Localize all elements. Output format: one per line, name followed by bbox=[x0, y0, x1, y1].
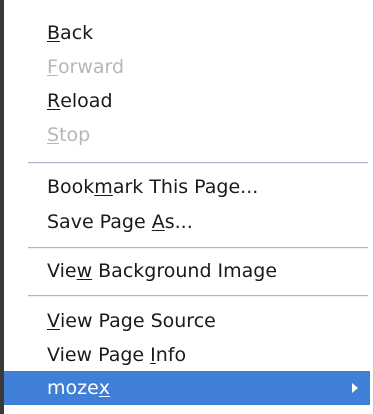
mnemonic: m bbox=[94, 176, 113, 198]
menu-item-back[interactable]: Back bbox=[4, 16, 370, 50]
menu-item-reload[interactable]: Reload bbox=[4, 84, 370, 118]
menu-item-label-post: ark This Page... bbox=[112, 176, 259, 198]
mnemonic: B bbox=[47, 22, 61, 44]
menu-item-label-pre: moze bbox=[47, 377, 99, 399]
menu-separator bbox=[28, 162, 368, 164]
menu-item-label-post: eload bbox=[60, 90, 113, 112]
menu-item-label-pre: Book bbox=[47, 176, 95, 198]
menu-item-stop: Stop bbox=[4, 118, 370, 152]
menu-item-label-post: iew Page Source bbox=[60, 310, 216, 332]
menu-item-label-pre: Vie bbox=[47, 260, 77, 282]
submenu-arrow-icon bbox=[352, 383, 358, 393]
mnemonic: w bbox=[76, 260, 93, 282]
mnemonic: x bbox=[98, 377, 111, 399]
menu-item-forward: Forward bbox=[4, 50, 370, 84]
mnemonic: F bbox=[47, 56, 58, 78]
mnemonic: R bbox=[47, 90, 61, 112]
menu-item-label-post: ack bbox=[60, 22, 94, 44]
menu-separator bbox=[28, 295, 368, 297]
context-menu: Back Forward Reload Stop Book m ark This P… bbox=[0, 0, 374, 414]
mnemonic: A bbox=[151, 211, 165, 233]
menu-item-label-pre: View Page bbox=[47, 344, 151, 366]
menu-item-view-page-info[interactable]: View Page Info bbox=[4, 338, 370, 372]
menu-item-view-background-image[interactable]: Vie w Background Image bbox=[4, 254, 370, 288]
menu-item-label-pre: Save Page bbox=[47, 211, 152, 233]
menu-item-label-post: Background Image bbox=[92, 260, 278, 282]
menu-item-label-post: s... bbox=[164, 211, 193, 233]
menu-item-save-page-as[interactable]: Save Page As... bbox=[4, 205, 370, 239]
menu-item-mozex[interactable]: moze x bbox=[4, 371, 370, 405]
menu-item-bookmark-this-page[interactable]: Book m ark This Page... bbox=[4, 170, 370, 204]
menu-item-view-page-source[interactable]: View Page Source bbox=[4, 304, 370, 338]
mnemonic: V bbox=[47, 310, 60, 332]
menu-separator bbox=[28, 247, 368, 249]
mnemonic: S bbox=[47, 124, 60, 146]
menu-item-label-post: top bbox=[59, 124, 91, 146]
menu-item-label-post: nfo bbox=[155, 344, 187, 366]
menu-item-label-post: orward bbox=[57, 56, 125, 78]
